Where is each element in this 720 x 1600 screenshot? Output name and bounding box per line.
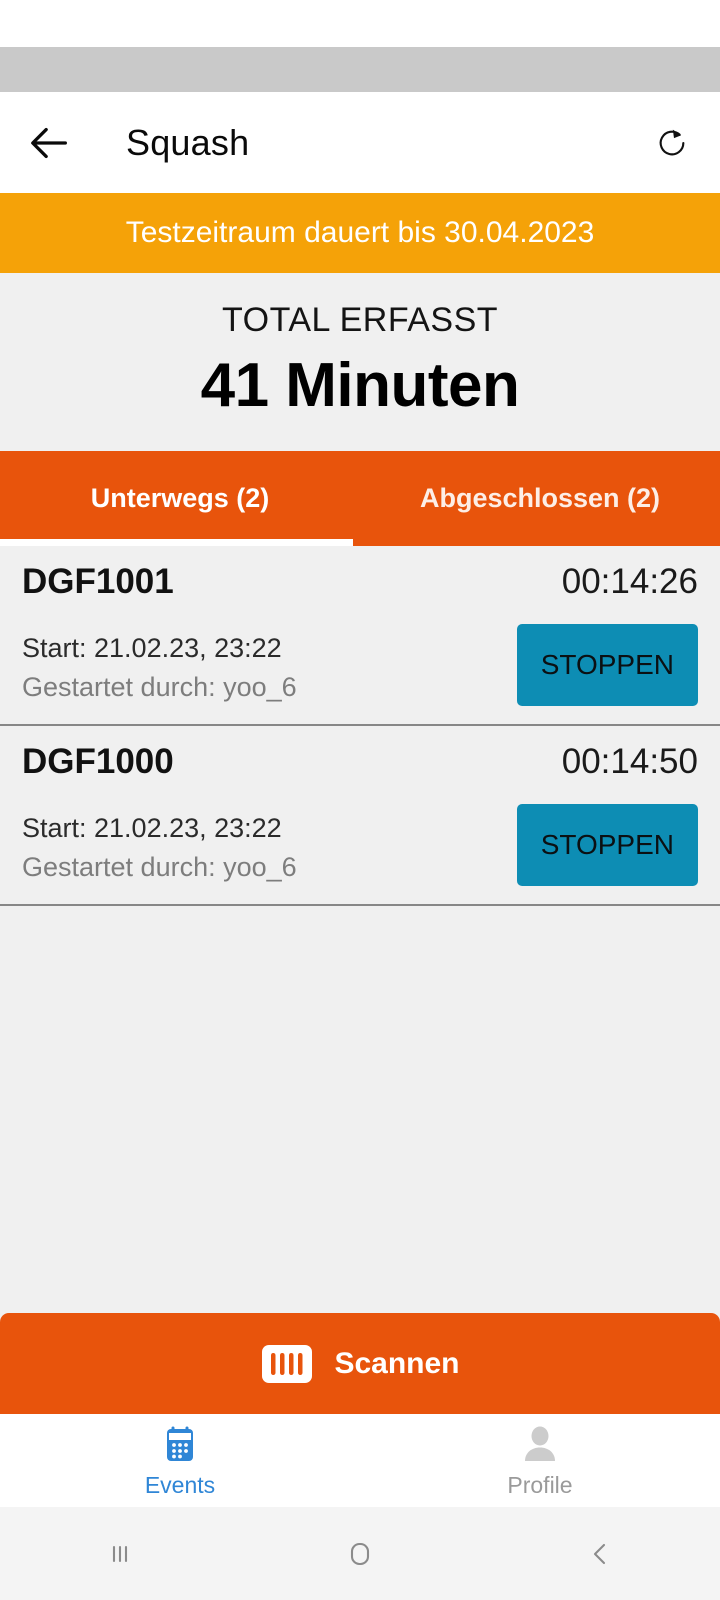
nav-item-profile-label: Profile — [507, 1472, 573, 1498]
barcode-icon — [260, 1337, 314, 1391]
nav-item-events-label: Events — [144, 1472, 216, 1498]
trial-banner-text: Testzeitraum dauert bis 30.04.2023 — [125, 216, 595, 249]
tab-abgeschlossen-label: Abgeschlossen (2) — [419, 483, 661, 513]
scan-button-label: Scannen — [334, 1346, 460, 1380]
event-list: DGF1001 00:14:26 Start: 21.02.23, 23:22 … — [0, 546, 720, 906]
stop-button[interactable]: STOPPEN — [516, 804, 698, 886]
scan-button[interactable]: Scannen — [0, 1313, 720, 1414]
table-row[interactable]: DGF1000 00:14:50 Start: 21.02.23, 23:22 … — [0, 726, 720, 906]
status-bar-top-padding — [0, 0, 720, 47]
arrow-left-icon[interactable] — [26, 119, 74, 167]
total-panel: TOTAL ERFASST 41 Minuten — [0, 273, 720, 451]
system-status-bar — [0, 47, 720, 92]
home-icon[interactable] — [240, 1535, 480, 1573]
trial-banner: Testzeitraum dauert bis 30.04.2023 — [0, 193, 720, 273]
tab-active-indicator — [0, 539, 353, 546]
refresh-icon[interactable] — [650, 121, 694, 165]
nav-item-profile[interactable]: Profile — [360, 1414, 720, 1507]
row-details: Start: 21.02.23, 23:22 Gestartet durch: … — [22, 624, 698, 706]
row-started-by: Gestartet durch: yoo_6 — [22, 851, 297, 882]
row-start-time: Start: 21.02.23, 23:22 — [22, 633, 282, 664]
calendar-icon — [157, 1422, 203, 1468]
row-started-by: Gestartet durch: yoo_6 — [22, 671, 297, 702]
row-header: DGF1000 00:14:50 — [22, 742, 698, 782]
total-value: 41 Minuten — [200, 351, 520, 420]
page-title: Squash — [126, 121, 250, 163]
row-meta: Start: 21.02.23, 23:22 Gestartet durch: … — [22, 809, 297, 886]
recents-icon[interactable] — [0, 1537, 240, 1571]
list-empty-space — [0, 906, 720, 1309]
tab-abgeschlossen[interactable]: Abgeschlossen (2) — [360, 451, 720, 546]
row-elapsed-time: 00:14:50 — [561, 742, 698, 781]
row-code: DGF1001 — [22, 562, 174, 601]
bottom-navigation: Events Profile — [0, 1414, 720, 1507]
stop-button[interactable]: STOPPEN — [516, 624, 698, 706]
table-row[interactable]: DGF1001 00:14:26 Start: 21.02.23, 23:22 … — [0, 546, 720, 726]
tab-unterwegs[interactable]: Unterwegs (2) — [0, 451, 360, 546]
tab-bar: Unterwegs (2) Abgeschlossen (2) — [0, 451, 720, 546]
app-bar: Squash — [0, 92, 720, 193]
tab-unterwegs-label: Unterwegs (2) — [90, 483, 270, 513]
row-code: DGF1000 — [22, 742, 174, 781]
row-start-time: Start: 21.02.23, 23:22 — [22, 813, 282, 844]
back-chevron-icon[interactable] — [480, 1537, 720, 1571]
row-elapsed-time: 00:14:26 — [561, 562, 698, 601]
app-screen: Squash Testzeitraum dauert bis 30.04.202… — [0, 0, 720, 1600]
scan-button-container: Scannen — [0, 1309, 720, 1414]
system-navigation-bar — [0, 1507, 720, 1600]
row-header: DGF1001 00:14:26 — [22, 562, 698, 602]
total-label: TOTAL ERFASST — [221, 301, 499, 339]
person-icon — [517, 1422, 563, 1468]
row-meta: Start: 21.02.23, 23:22 Gestartet durch: … — [22, 629, 297, 706]
row-details: Start: 21.02.23, 23:22 Gestartet durch: … — [22, 804, 698, 886]
nav-item-events[interactable]: Events — [0, 1414, 360, 1507]
